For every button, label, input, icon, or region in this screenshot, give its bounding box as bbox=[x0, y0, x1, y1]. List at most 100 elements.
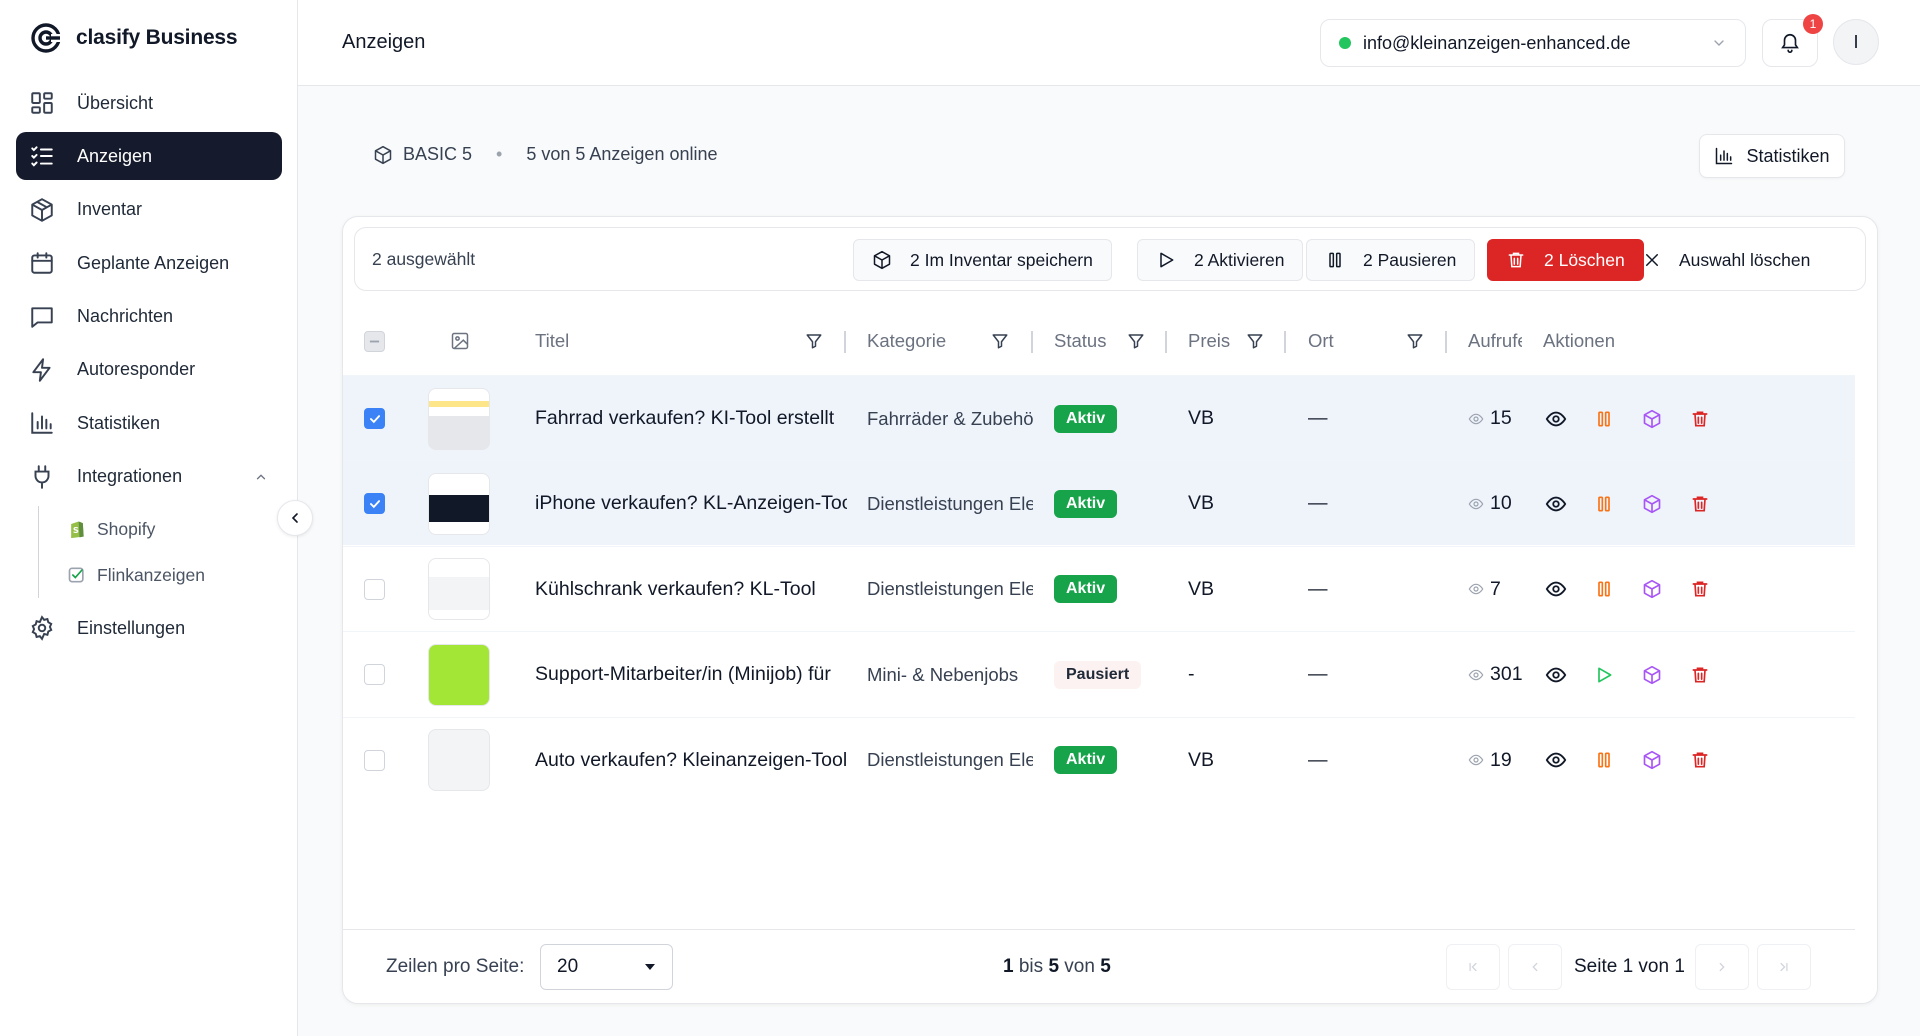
inventory-icon[interactable] bbox=[1639, 406, 1665, 432]
column-header-category[interactable]: Kategorie bbox=[867, 307, 946, 375]
ad-title[interactable]: Kühlschrank verkaufen? KL-Tool bbox=[535, 547, 847, 632]
ads-table-card: 2 ausgewählt 2 Im Inventar speichern 2 A… bbox=[342, 216, 1878, 1004]
sidebar-item-anzeigen[interactable]: Anzeigen bbox=[16, 132, 282, 181]
statistics-button[interactable]: Statistiken bbox=[1699, 134, 1845, 178]
view-count: 19 bbox=[1490, 748, 1512, 771]
pause-icon[interactable] bbox=[1591, 406, 1617, 432]
trash-icon[interactable] bbox=[1687, 747, 1713, 773]
clear-selection-button[interactable]: Auswahl löschen bbox=[1624, 239, 1829, 281]
ad-title[interactable]: Auto verkaufen? Kleinanzeigen-Tool bbox=[535, 718, 847, 803]
inventory-icon[interactable] bbox=[1639, 491, 1665, 517]
plan-info: BASIC 5 • 5 von 5 Anzeigen online bbox=[373, 144, 718, 165]
sidebar-subitem-flinkanzeigen[interactable]: Flinkanzeigen bbox=[67, 552, 282, 598]
column-header-location[interactable]: Ort bbox=[1308, 307, 1334, 375]
table-row[interactable]: Kühlschrank verkaufen? KL-Tool Dienstlei… bbox=[343, 545, 1855, 632]
column-header-actions: Aktionen bbox=[1543, 307, 1615, 375]
ad-thumbnail[interactable] bbox=[428, 729, 490, 792]
view-icon[interactable] bbox=[1543, 491, 1569, 517]
delete-selected-button[interactable]: 2 Löschen bbox=[1487, 239, 1644, 281]
save-to-inventory-button[interactable]: 2 Im Inventar speichern bbox=[853, 239, 1112, 281]
account-switcher[interactable]: info@kleinanzeigen-enhanced.de bbox=[1320, 19, 1746, 67]
pause-selected-button[interactable]: 2 Pausieren bbox=[1306, 239, 1476, 281]
sidebar-item-label: Übersicht bbox=[77, 92, 154, 113]
next-page-button[interactable] bbox=[1695, 944, 1749, 990]
notifications-button[interactable]: 1 bbox=[1762, 14, 1823, 67]
filter-icon[interactable] bbox=[991, 307, 1009, 375]
select-all-checkbox[interactable] bbox=[364, 330, 385, 352]
last-page-icon bbox=[1777, 960, 1791, 974]
brand[interactable]: clasify Business bbox=[30, 22, 238, 54]
trash-icon[interactable] bbox=[1687, 406, 1713, 432]
table-row[interactable]: Auto verkaufen? Kleinanzeigen-Tool Diens… bbox=[343, 716, 1855, 803]
inventory-icon[interactable] bbox=[1639, 747, 1665, 773]
column-header-title[interactable]: Titel bbox=[535, 307, 569, 375]
avatar[interactable]: I bbox=[1833, 19, 1879, 65]
pause-icon[interactable] bbox=[1591, 747, 1617, 773]
sidebar-item-nachrichten[interactable]: Nachrichten bbox=[16, 293, 282, 341]
filter-icon[interactable] bbox=[805, 307, 823, 375]
sidebar-item-label: Autoresponder bbox=[77, 359, 196, 380]
rows-per-page-select[interactable]: 20 bbox=[540, 944, 673, 990]
ad-thumbnail[interactable] bbox=[428, 558, 490, 621]
ad-thumbnail[interactable] bbox=[428, 643, 490, 706]
sidebar-item-geplante-anzeigen[interactable]: Geplante Anzeigen bbox=[16, 239, 282, 287]
filter-icon[interactable] bbox=[1127, 307, 1145, 375]
sidebar-item-uebersicht[interactable]: Übersicht bbox=[16, 79, 282, 127]
ad-thumbnail[interactable] bbox=[428, 387, 490, 450]
ad-title[interactable]: iPhone verkaufen? KL-Anzeigen-Tool bbox=[535, 461, 847, 546]
sidebar-item-autoresponder[interactable]: Autoresponder bbox=[16, 346, 282, 394]
column-divider bbox=[1031, 331, 1033, 353]
filter-icon[interactable] bbox=[1406, 307, 1424, 375]
row-checkbox[interactable] bbox=[364, 578, 385, 600]
trash-icon[interactable] bbox=[1687, 491, 1713, 517]
shopify-icon: S bbox=[67, 519, 87, 539]
pause-icon[interactable] bbox=[1591, 576, 1617, 602]
sidebar-item-einstellungen[interactable]: Einstellungen bbox=[16, 604, 282, 652]
row-checkbox[interactable] bbox=[364, 408, 385, 429]
row-select-cell bbox=[364, 632, 385, 717]
pause-icon[interactable] bbox=[1591, 491, 1617, 517]
first-page-button[interactable] bbox=[1446, 944, 1500, 990]
view-icon[interactable] bbox=[1543, 747, 1569, 773]
sidebar-subitem-shopify[interactable]: S Shopify bbox=[67, 506, 282, 552]
ad-thumbnail[interactable] bbox=[428, 472, 490, 535]
trash-icon[interactable] bbox=[1687, 576, 1713, 602]
last-page-button[interactable] bbox=[1757, 944, 1811, 990]
pagination-footer: Zeilen pro Seite: 20 1 bis 5 von 5 Seite… bbox=[343, 929, 1855, 1005]
column-header-views[interactable]: Aufrufe bbox=[1468, 307, 1522, 375]
package-icon bbox=[872, 250, 892, 270]
trash-icon[interactable] bbox=[1687, 662, 1713, 688]
row-checkbox[interactable] bbox=[364, 493, 385, 515]
view-icon[interactable] bbox=[1543, 576, 1569, 602]
activate-selected-button[interactable]: 2 Aktivieren bbox=[1137, 239, 1304, 281]
row-checkbox[interactable] bbox=[364, 749, 385, 771]
column-header-label: Titel bbox=[535, 330, 570, 351]
image-column-header bbox=[450, 307, 470, 375]
column-header-price[interactable]: Preis bbox=[1188, 307, 1230, 375]
ad-title[interactable]: Support-Mitarbeiter/in (Minijob) für bbox=[535, 632, 847, 717]
play-icon[interactable] bbox=[1591, 662, 1617, 688]
range-text: bis bbox=[1013, 956, 1049, 977]
inventory-icon[interactable] bbox=[1639, 576, 1665, 602]
view-icon[interactable] bbox=[1543, 662, 1569, 688]
table-row[interactable]: iPhone verkaufen? KL-Anzeigen-Tool Diens… bbox=[343, 460, 1855, 546]
topbar: Anzeigen info@kleinanzeigen-enhanced.de … bbox=[298, 0, 1920, 86]
inventory-icon[interactable] bbox=[1639, 662, 1665, 688]
sidebar-item-statistiken[interactable]: Statistiken bbox=[16, 399, 282, 447]
ad-title[interactable]: Fahrrad verkaufen? KI-Tool erstellt bbox=[535, 376, 847, 461]
row-checkbox[interactable] bbox=[364, 664, 385, 686]
clear-selection-label: Auswahl löschen bbox=[1679, 249, 1811, 270]
sidebar-item-integrationen[interactable]: Integrationen bbox=[16, 453, 282, 501]
sidebar-item-inventar[interactable]: Inventar bbox=[16, 186, 282, 234]
view-icon[interactable] bbox=[1543, 406, 1569, 432]
column-header-status[interactable]: Status bbox=[1054, 307, 1106, 375]
table-row[interactable]: Support-Mitarbeiter/in (Minijob) für Min… bbox=[343, 631, 1855, 716]
table-row[interactable]: Fahrrad verkaufen? KI-Tool erstellt Fahr… bbox=[343, 375, 1855, 460]
ad-category: Mini- & Nebenjobs bbox=[867, 663, 1019, 685]
caret-down-icon bbox=[644, 961, 656, 973]
sidebar-collapse-button[interactable] bbox=[277, 500, 313, 536]
filter-icon[interactable] bbox=[1246, 307, 1264, 375]
previous-page-button[interactable] bbox=[1508, 944, 1562, 990]
ad-category: Dienstleistungen Elektronik bbox=[867, 749, 1033, 771]
eye-icon bbox=[1468, 496, 1484, 512]
